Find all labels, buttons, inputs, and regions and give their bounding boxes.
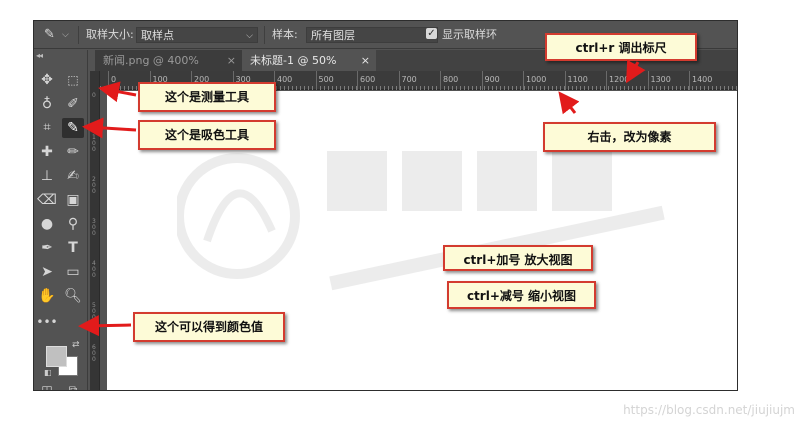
- ruler-tick-label: 1300: [650, 75, 671, 84]
- separator: [78, 26, 79, 44]
- marquee-tool-icon[interactable]: ⬚: [62, 70, 84, 90]
- show-sampling-ring-checkbox[interactable]: ✓: [426, 28, 437, 39]
- ruler-tick-label: 3 0 0: [92, 218, 96, 237]
- path-selection-tool-icon[interactable]: ➤: [36, 262, 58, 282]
- ruler-major-tick: [689, 71, 690, 90]
- sample-size-select[interactable]: 取样点 ⌵: [136, 27, 258, 43]
- ruler-major-tick: [315, 71, 317, 90]
- page-watermark: https://blog.csdn.net/jiujiujm: [623, 403, 795, 417]
- brush-tool-icon[interactable]: ✏: [62, 142, 84, 162]
- sample-size-value: 取样点: [141, 29, 174, 42]
- eyedropper-tool-icon[interactable]: ✎: [62, 118, 84, 138]
- lasso-tool-icon[interactable]: ♁: [36, 94, 58, 114]
- panel-collapse-icon[interactable]: ◂◂: [36, 51, 43, 60]
- ruler-tick-label: 1000: [526, 75, 547, 84]
- ruler-major-tick: [523, 71, 524, 90]
- move-tool-icon[interactable]: ✥: [36, 70, 58, 90]
- sample-size-label: 取样大小:: [86, 28, 134, 41]
- ruler-major-tick: [606, 71, 607, 90]
- zoom-tool-icon[interactable]: 🔍︎: [62, 286, 84, 306]
- swap-colors-icon[interactable]: ⇄: [72, 340, 80, 350]
- foreground-color-swatch[interactable]: [46, 346, 67, 367]
- quick-mask-icon[interactable]: ◫: [36, 380, 58, 390]
- note-measure-tool: 这个是测量工具: [138, 82, 276, 112]
- dodge-tool-icon[interactable]: ⚲: [62, 214, 84, 234]
- clone-stamp-tool-icon[interactable]: ⊥: [36, 166, 58, 186]
- ruler-major-tick: [481, 71, 483, 90]
- close-icon[interactable]: ×: [361, 50, 370, 71]
- eraser-tool-icon[interactable]: ⌫: [36, 190, 58, 210]
- ruler-major-tick: [108, 71, 109, 90]
- tools-panel: ◂◂ ✥ ⬚ ♁ ✐ ⌗ ✎ ✚ ✏ ⊥ ✍ ⌫ ▣ ● ⚲ ✒ T ➤ ▭ ✋…: [34, 50, 88, 390]
- quick-selection-tool-icon[interactable]: ✐: [62, 94, 84, 114]
- ruler-tick-label: 700: [401, 75, 417, 84]
- chevron-down-icon: ⌵: [246, 31, 253, 41]
- ruler-major-tick: [440, 71, 441, 90]
- show-sampling-ring-label: 显示取样环: [442, 28, 497, 41]
- chevron-down-icon[interactable]: ⌵: [62, 27, 69, 43]
- close-icon[interactable]: ×: [227, 50, 236, 71]
- type-tool-icon[interactable]: T: [62, 238, 84, 258]
- ruler-tick-label: 1200: [609, 75, 630, 84]
- ruler-tick-label: 2 0 0: [92, 176, 96, 195]
- ruler-tick-label: 4 0 0: [92, 260, 96, 279]
- ruler-tick-label: 1400: [692, 75, 713, 84]
- gradient-tool-icon[interactable]: ▣: [62, 190, 84, 210]
- ruler-tick-label: 600: [360, 75, 376, 84]
- vertical-ruler[interactable]: 0 1 0 0 2 0 0 3 0 0 4 0 0 5 0 0 6 0 0: [90, 71, 100, 390]
- note-zoom-out: ctrl+减号 缩小视图: [447, 281, 596, 309]
- default-colors-icon[interactable]: ◧: [44, 368, 52, 377]
- sample-select[interactable]: 所有图层 ⌵: [306, 27, 438, 43]
- note-color-value: 这个可以得到颜色值: [133, 312, 285, 342]
- hand-tool-icon[interactable]: ✋: [36, 286, 58, 306]
- history-brush-tool-icon[interactable]: ✍: [62, 166, 84, 186]
- note-zoom-in: ctrl+加号 放大视图: [443, 245, 593, 271]
- sample-value: 所有图层: [311, 29, 355, 42]
- blur-tool-icon[interactable]: ●: [36, 214, 58, 234]
- sample-label: 样本:: [272, 28, 298, 41]
- separator: [264, 26, 265, 44]
- ruler-tick-label: 5 0 0: [92, 302, 96, 321]
- ruler-tick-label: 900: [484, 75, 500, 84]
- screenshot-stage: ✎ ⌵ 取样大小: 取样点 ⌵ 样本: 所有图层 ⌵ ✓ 显示取样环 新闻.pn…: [0, 0, 803, 430]
- ruler-major-tick: [647, 71, 649, 90]
- rectangle-tool-icon[interactable]: ▭: [62, 262, 84, 282]
- note-right-click: 右击，改为像素: [543, 122, 716, 152]
- tab-untitled-1[interactable]: 未标题-1 @ 50%(RGB/8) ×: [242, 50, 376, 88]
- ruler-major-tick: [357, 71, 358, 90]
- healing-brush-tool-icon[interactable]: ✚: [36, 142, 58, 162]
- ruler-tick-label: 1 0 0: [92, 134, 96, 153]
- note-eyedropper-tool: 这个是吸色工具: [138, 120, 276, 150]
- ruler-tick-label: 800: [443, 75, 459, 84]
- ruler-major-tick: [398, 71, 400, 90]
- tab-news-png[interactable]: 新闻.png @ 400%(RGB/8#) ×: [95, 50, 242, 88]
- ruler-tick-label: 1100: [567, 75, 588, 84]
- ruler-tick-label: 0: [92, 92, 96, 99]
- screen-mode-icon[interactable]: ⧉: [62, 380, 84, 390]
- ruler-tick-label: 500: [318, 75, 334, 84]
- pen-tool-icon[interactable]: ✒: [36, 238, 58, 258]
- crop-tool-icon[interactable]: ⌗: [36, 118, 58, 138]
- note-ruler-shortcut: ctrl+r 调出标尺: [545, 33, 697, 61]
- more-tools-icon[interactable]: •••: [36, 312, 58, 332]
- eyedropper-tool-preset-icon[interactable]: ✎: [44, 27, 55, 43]
- ruler-tick-label: 6 0 0: [92, 344, 96, 363]
- ruler-major-tick: [564, 71, 566, 90]
- ruler-tick-label: 0: [111, 75, 117, 84]
- ruler-tick-label: 400: [277, 75, 293, 84]
